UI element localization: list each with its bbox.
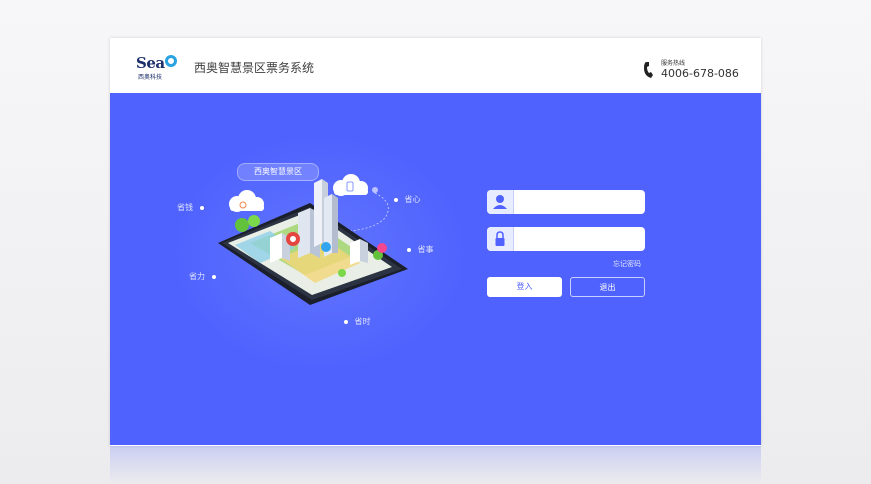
benefit-save-money: 省钱 (177, 202, 204, 213)
header: Sea 西奥科技 西奥智慧景区票务系统 服务热线 4006-678-086 (110, 38, 761, 93)
benefit-dot (344, 319, 348, 324)
benefit-label: 省时 (354, 317, 371, 326)
benefit-dot (394, 197, 398, 202)
benefit-label: 省钱 (177, 203, 193, 212)
username-input[interactable] (515, 190, 641, 214)
benefit-dot (199, 205, 204, 210)
hotline-label: 服务热线 (661, 60, 686, 67)
exit-button[interactable]: 退出 (570, 277, 645, 297)
hotline: 服务热线 4006-678-086 (644, 58, 739, 82)
smart-city-illustration (218, 174, 408, 305)
page-title: 西奥智慧景区票务系统 (194, 61, 315, 75)
user-icon (487, 190, 514, 214)
benefit-save-effort: 省事 (407, 244, 434, 255)
window-reflection (110, 446, 761, 484)
benefit-save-time: 省时 (344, 316, 371, 327)
login-panel: 西奥智慧景区 省钱 省心 省事 省力 省时 忘记密码 登入 退出 (110, 93, 761, 445)
benefit-peace-of-mind: 省心 (394, 194, 421, 205)
forgot-password-link[interactable]: 忘记密码 (613, 259, 641, 269)
username-field[interactable] (487, 190, 645, 214)
benefit-dot (211, 274, 216, 279)
logo-word: Sea (136, 54, 165, 72)
benefit-label: 省心 (404, 195, 421, 204)
logo-ring-icon (165, 55, 177, 67)
benefit-save-labor: 省力 (189, 271, 216, 282)
app-window: Sea 西奥科技 西奥智慧景区票务系统 服务热线 4006-678-086 西奥… (110, 38, 761, 446)
benefit-dot (407, 247, 411, 252)
password-field[interactable] (487, 227, 645, 251)
company-logo: Sea 西奥科技 (136, 54, 184, 81)
logo-subtitle: 西奥科技 (138, 74, 163, 81)
benefit-label: 省事 (417, 245, 434, 254)
login-button[interactable]: 登入 (487, 277, 562, 297)
hotline-number: 4006-678-086 (661, 67, 739, 80)
scene-badge: 西奥智慧景区 (237, 163, 319, 181)
password-input[interactable] (515, 227, 641, 251)
benefit-label: 省力 (189, 272, 205, 281)
lock-icon (487, 227, 514, 251)
phone-icon (644, 62, 653, 78)
